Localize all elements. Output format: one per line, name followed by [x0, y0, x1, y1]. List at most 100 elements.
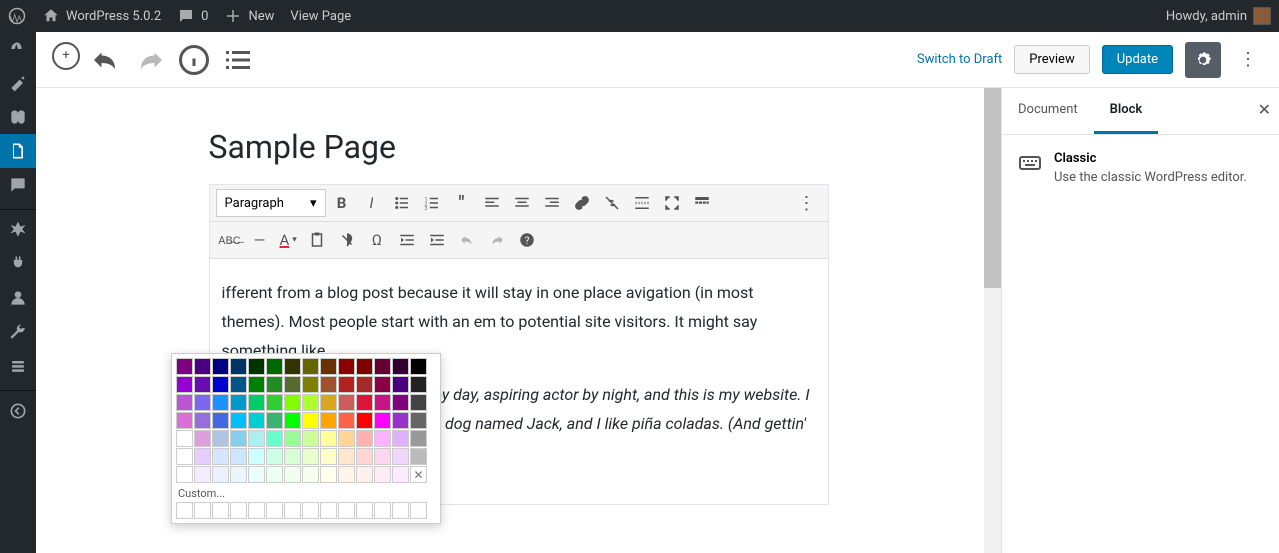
- color-swatch[interactable]: [410, 412, 427, 429]
- color-swatch[interactable]: [284, 394, 301, 411]
- hr-button[interactable]: —: [246, 226, 274, 254]
- color-swatch[interactable]: [230, 412, 247, 429]
- color-swatch[interactable]: [356, 466, 373, 483]
- color-swatch[interactable]: [176, 394, 193, 411]
- color-swatch[interactable]: [230, 448, 247, 465]
- color-swatch[interactable]: [266, 394, 283, 411]
- color-swatch[interactable]: [302, 394, 319, 411]
- indent-button[interactable]: [423, 226, 451, 254]
- custom-swatch[interactable]: [356, 502, 373, 519]
- color-swatch[interactable]: [338, 448, 355, 465]
- color-swatch[interactable]: [212, 412, 229, 429]
- clear-format-button[interactable]: [333, 226, 361, 254]
- custom-swatch[interactable]: [284, 502, 301, 519]
- color-swatch[interactable]: [302, 430, 319, 447]
- custom-swatch[interactable]: [230, 502, 247, 519]
- color-swatch[interactable]: [176, 376, 193, 393]
- italic-button[interactable]: I: [358, 189, 386, 217]
- custom-swatch[interactable]: [212, 502, 229, 519]
- color-swatch[interactable]: [338, 430, 355, 447]
- help-button[interactable]: ?: [513, 226, 541, 254]
- color-swatch[interactable]: [302, 376, 319, 393]
- color-swatch[interactable]: [248, 430, 265, 447]
- outdent-button[interactable]: [393, 226, 421, 254]
- color-swatch[interactable]: [302, 358, 319, 375]
- custom-swatch[interactable]: [266, 502, 283, 519]
- color-swatch[interactable]: [194, 412, 211, 429]
- color-swatch[interactable]: [230, 430, 247, 447]
- color-swatch[interactable]: [266, 358, 283, 375]
- tab-block[interactable]: Block: [1094, 88, 1159, 134]
- color-swatch[interactable]: [176, 466, 193, 483]
- bold-button[interactable]: B: [328, 189, 356, 217]
- color-swatch[interactable]: [302, 466, 319, 483]
- color-swatch[interactable]: [374, 430, 391, 447]
- color-swatch[interactable]: [212, 466, 229, 483]
- special-char-button[interactable]: Ω: [363, 226, 391, 254]
- align-center-button[interactable]: [508, 189, 536, 217]
- more-menu[interactable]: ⋮: [1233, 49, 1263, 70]
- format-select[interactable]: Paragraph▾: [216, 189, 326, 217]
- undo-button[interactable]: [88, 42, 124, 78]
- color-swatch[interactable]: [356, 448, 373, 465]
- outline-button[interactable]: [220, 42, 256, 78]
- color-swatch[interactable]: [176, 448, 193, 465]
- custom-swatch[interactable]: [176, 502, 193, 519]
- color-swatch[interactable]: [410, 376, 427, 393]
- color-swatch[interactable]: [410, 430, 427, 447]
- color-swatch[interactable]: [212, 358, 229, 375]
- link-button[interactable]: [568, 189, 596, 217]
- paste-text-button[interactable]: [303, 226, 331, 254]
- site-home[interactable]: WordPress 5.0.2: [42, 7, 161, 25]
- color-swatch[interactable]: [320, 448, 337, 465]
- custom-swatch[interactable]: [410, 502, 427, 519]
- menu-media[interactable]: [0, 100, 36, 134]
- menu-pages[interactable]: [0, 134, 36, 168]
- page-title[interactable]: Sample Page: [209, 128, 829, 166]
- add-block-button[interactable]: +: [52, 42, 80, 70]
- color-swatch[interactable]: [410, 358, 427, 375]
- ul-button[interactable]: [388, 189, 416, 217]
- color-swatch[interactable]: [230, 466, 247, 483]
- color-swatch[interactable]: [194, 448, 211, 465]
- menu-appearance[interactable]: [0, 213, 36, 247]
- view-page-link[interactable]: View Page: [290, 9, 351, 24]
- color-swatch[interactable]: [392, 466, 409, 483]
- color-swatch[interactable]: [212, 448, 229, 465]
- color-swatch[interactable]: [284, 358, 301, 375]
- new-link[interactable]: New: [224, 7, 274, 25]
- color-swatch[interactable]: [284, 448, 301, 465]
- color-swatch[interactable]: [320, 358, 337, 375]
- align-left-button[interactable]: [478, 189, 506, 217]
- toolbar-toggle-button[interactable]: [688, 189, 716, 217]
- color-swatch[interactable]: [392, 376, 409, 393]
- color-swatch[interactable]: [266, 376, 283, 393]
- color-swatch[interactable]: [374, 448, 391, 465]
- comments-link[interactable]: 0: [177, 7, 208, 25]
- color-swatch[interactable]: [302, 412, 319, 429]
- color-swatch[interactable]: [266, 448, 283, 465]
- color-swatch[interactable]: [338, 358, 355, 375]
- ol-button[interactable]: 123: [418, 189, 446, 217]
- color-swatch[interactable]: [392, 394, 409, 411]
- menu-collapse[interactable]: [0, 394, 36, 428]
- color-swatch[interactable]: [338, 394, 355, 411]
- color-swatch[interactable]: [392, 412, 409, 429]
- color-swatch[interactable]: [356, 376, 373, 393]
- color-swatch[interactable]: [248, 376, 265, 393]
- color-swatch[interactable]: [284, 466, 301, 483]
- color-swatch[interactable]: [212, 376, 229, 393]
- text-color-button[interactable]: A▾: [276, 229, 301, 251]
- color-swatch[interactable]: [176, 430, 193, 447]
- color-swatch[interactable]: [374, 466, 391, 483]
- color-swatch[interactable]: [302, 448, 319, 465]
- menu-settings[interactable]: [0, 349, 36, 383]
- custom-swatch[interactable]: [320, 502, 337, 519]
- update-button[interactable]: Update: [1102, 45, 1173, 74]
- menu-tools[interactable]: [0, 315, 36, 349]
- color-swatch[interactable]: [374, 394, 391, 411]
- custom-color-label[interactable]: Custom...: [176, 483, 436, 502]
- color-swatch[interactable]: [320, 412, 337, 429]
- color-swatch[interactable]: [338, 466, 355, 483]
- redo-button[interactable]: [132, 42, 168, 78]
